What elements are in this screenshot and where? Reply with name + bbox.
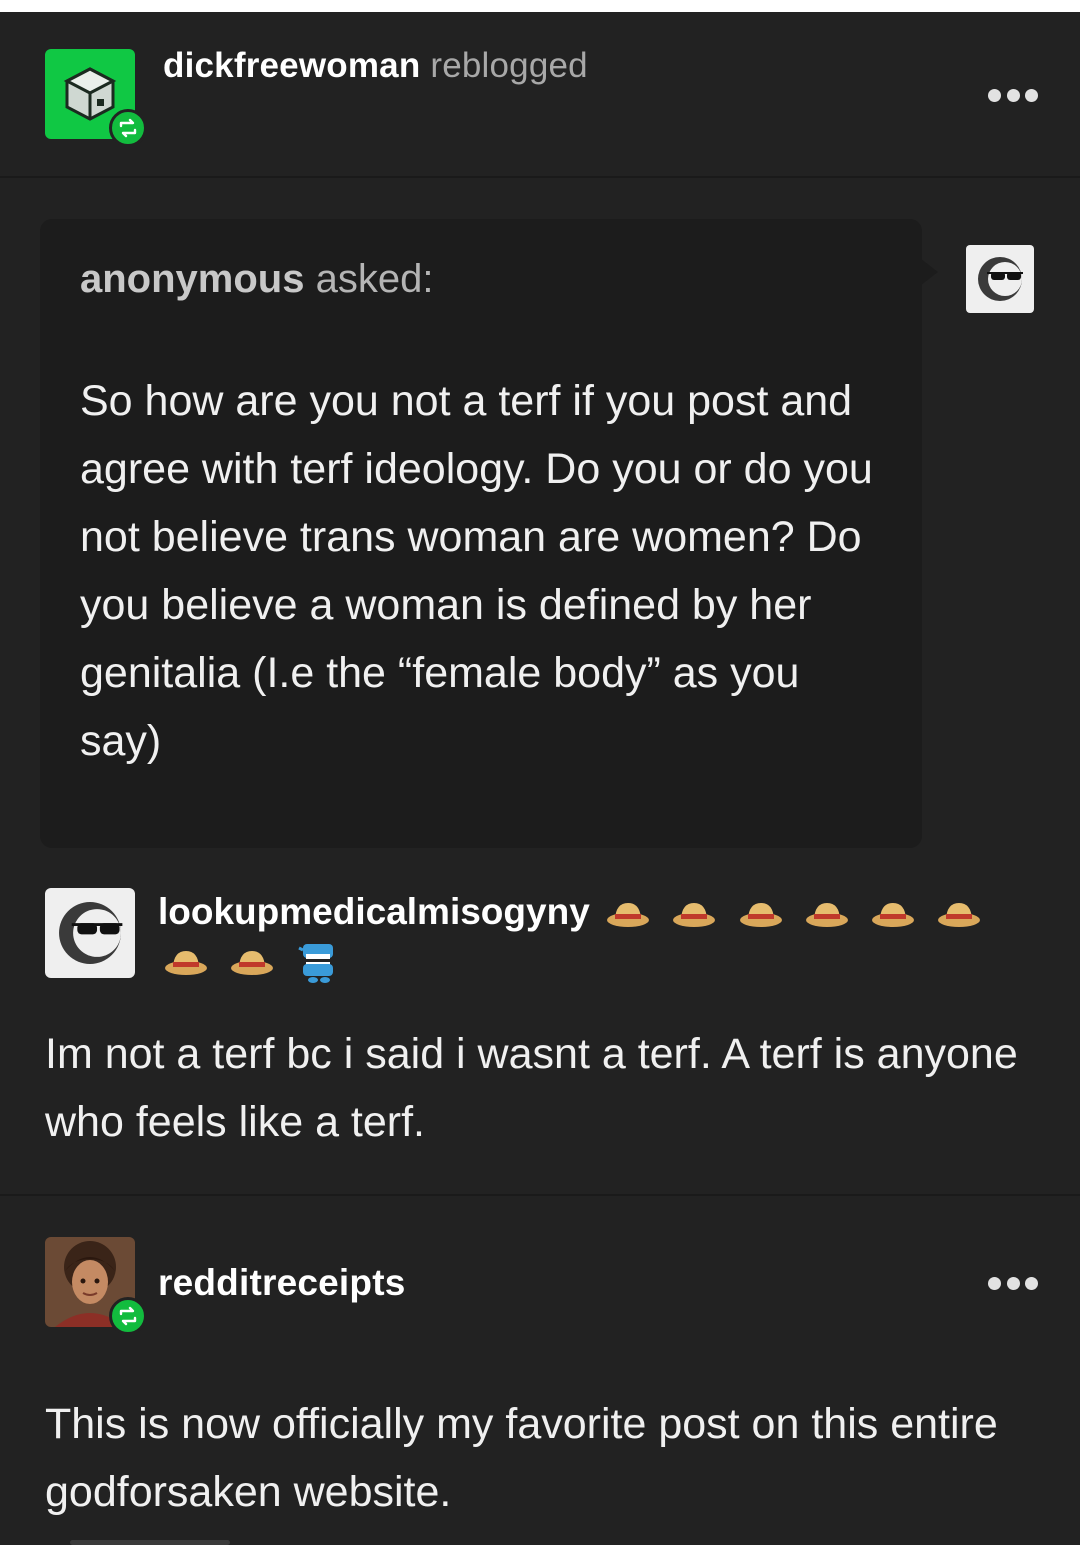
more-options-icon[interactable]	[988, 87, 1038, 103]
straw-hat-emoji-icon	[231, 951, 274, 976]
ask-pointer	[920, 258, 938, 286]
straw-hat-emoji-icon	[739, 903, 782, 928]
sunglasses-face-icon	[59, 902, 123, 964]
answerer-avatar[interactable]	[45, 888, 135, 978]
more-options-icon[interactable]	[988, 1275, 1038, 1291]
asker-name: anonymous	[80, 257, 305, 301]
answer-text: Im not a terf bc i said i wasnt a terf. …	[45, 1030, 1018, 1146]
reblog-icon	[109, 1297, 147, 1335]
ask-box: anonymous asked: So how are you not a te…	[40, 219, 922, 848]
status-strip	[0, 0, 1080, 12]
straw-hat-emoji-icon	[673, 903, 716, 928]
reblogger2-avatar[interactable]	[45, 1237, 147, 1335]
reblog-header: dickfreewoman reblogged	[163, 46, 588, 86]
reblogger-avatar[interactable]	[45, 49, 147, 147]
reblog-icon	[109, 109, 147, 147]
answerer-header: lookupmedicalmisogyny	[158, 888, 1018, 984]
reblogger-username[interactable]: dickfreewoman	[163, 46, 420, 85]
answerer-username[interactable]: lookupmedicalmisogyny	[158, 891, 590, 932]
answerer-avatar-small[interactable]	[966, 245, 1034, 313]
reblog-divider	[0, 1194, 1080, 1196]
ask-header: anonymous asked:	[80, 257, 433, 302]
sunglasses-face-icon	[978, 257, 1023, 301]
asked-label: asked:	[315, 257, 434, 301]
straw-hat-emoji-icon	[938, 903, 981, 928]
next-post-edge	[70, 1540, 230, 1545]
straw-hat-emoji-icon	[607, 903, 650, 928]
chattering-teeth-emoji-icon	[297, 944, 333, 984]
ask-question: So how are you not a terf if you post an…	[80, 377, 873, 765]
reblog-action-label: reblogged	[430, 46, 588, 85]
reblog-comment-text: This is now officially my favorite post …	[45, 1400, 998, 1516]
reblogger2-username[interactable]: redditreceipts	[158, 1262, 406, 1304]
straw-hat-emoji-icon	[872, 903, 915, 928]
tumblr-post-screen: dickfreewoman reblogged anonymous asked:…	[0, 0, 1080, 1545]
header-divider	[0, 176, 1080, 178]
straw-hat-emoji-icon	[165, 951, 207, 976]
straw-hat-emoji-icon	[805, 903, 848, 928]
